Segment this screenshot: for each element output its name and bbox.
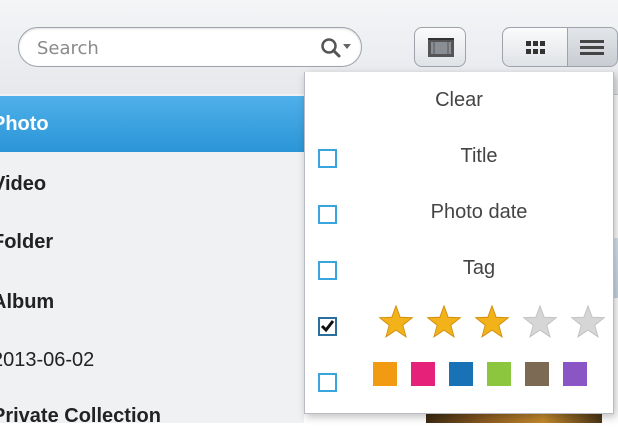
filter-item-tag[interactable]: Tag [305,240,613,296]
filter-item-color-label[interactable] [305,352,613,408]
star-empty-icon[interactable] [569,304,607,342]
color-swatch[interactable] [525,362,549,386]
filmstrip-icon [428,38,454,57]
star-empty-icon[interactable] [521,304,559,342]
color-swatch[interactable] [487,362,511,386]
sidebar-item-album[interactable]: Album [0,274,304,330]
color-swatch[interactable] [563,362,587,386]
clear-label: Clear [435,89,483,111]
search-options-button[interactable] [319,36,355,60]
sidebar-item-video[interactable]: Video [0,156,304,212]
photo-date-checkbox[interactable] [318,205,337,224]
title-checkbox[interactable] [318,149,337,168]
sidebar: Photo Video Folder Album 2013-06-02 Priv… [0,94,304,427]
tag-label: Tag [462,257,496,279]
tag-checkbox[interactable] [318,261,337,280]
color-label-checkbox[interactable] [318,373,337,392]
grid-icon [526,41,545,54]
title-label: Title [460,145,498,167]
color-swatch[interactable] [411,362,435,386]
rating-checkbox[interactable] [318,317,337,336]
checkmark-icon [320,320,335,333]
sidebar-item-private-collection[interactable]: Private Collection [0,388,304,444]
color-label-swatches[interactable] [373,362,603,392]
star-filled-icon[interactable] [473,304,511,342]
sidebar-item-photo[interactable]: Photo [0,96,304,152]
star-filled-icon[interactable] [425,304,463,342]
search-input[interactable] [35,35,289,61]
clear-filter-item[interactable]: Clear [305,72,613,128]
list-icon [580,40,604,55]
filter-item-photo-date[interactable]: Photo date [305,184,613,240]
sidebar-item-date[interactable]: 2013-06-02 [0,332,304,388]
search-box[interactable] [18,27,362,67]
list-view-button[interactable] [568,27,618,67]
filter-item-rating[interactable] [305,296,613,352]
color-swatch[interactable] [373,362,397,386]
thumbnail-view-button[interactable] [502,27,568,67]
filter-dropdown-menu: Clear Title Photo date Tag [304,72,614,414]
sidebar-item-folder[interactable]: Folder [0,214,304,270]
star-rating[interactable] [377,304,617,344]
color-swatch[interactable] [449,362,473,386]
filter-item-title[interactable]: Title [305,128,613,184]
slideshow-view-button[interactable] [414,27,466,67]
photo-date-label: Photo date [430,201,528,223]
magnifier-dropdown-icon [321,38,351,58]
star-filled-icon[interactable] [377,304,415,342]
